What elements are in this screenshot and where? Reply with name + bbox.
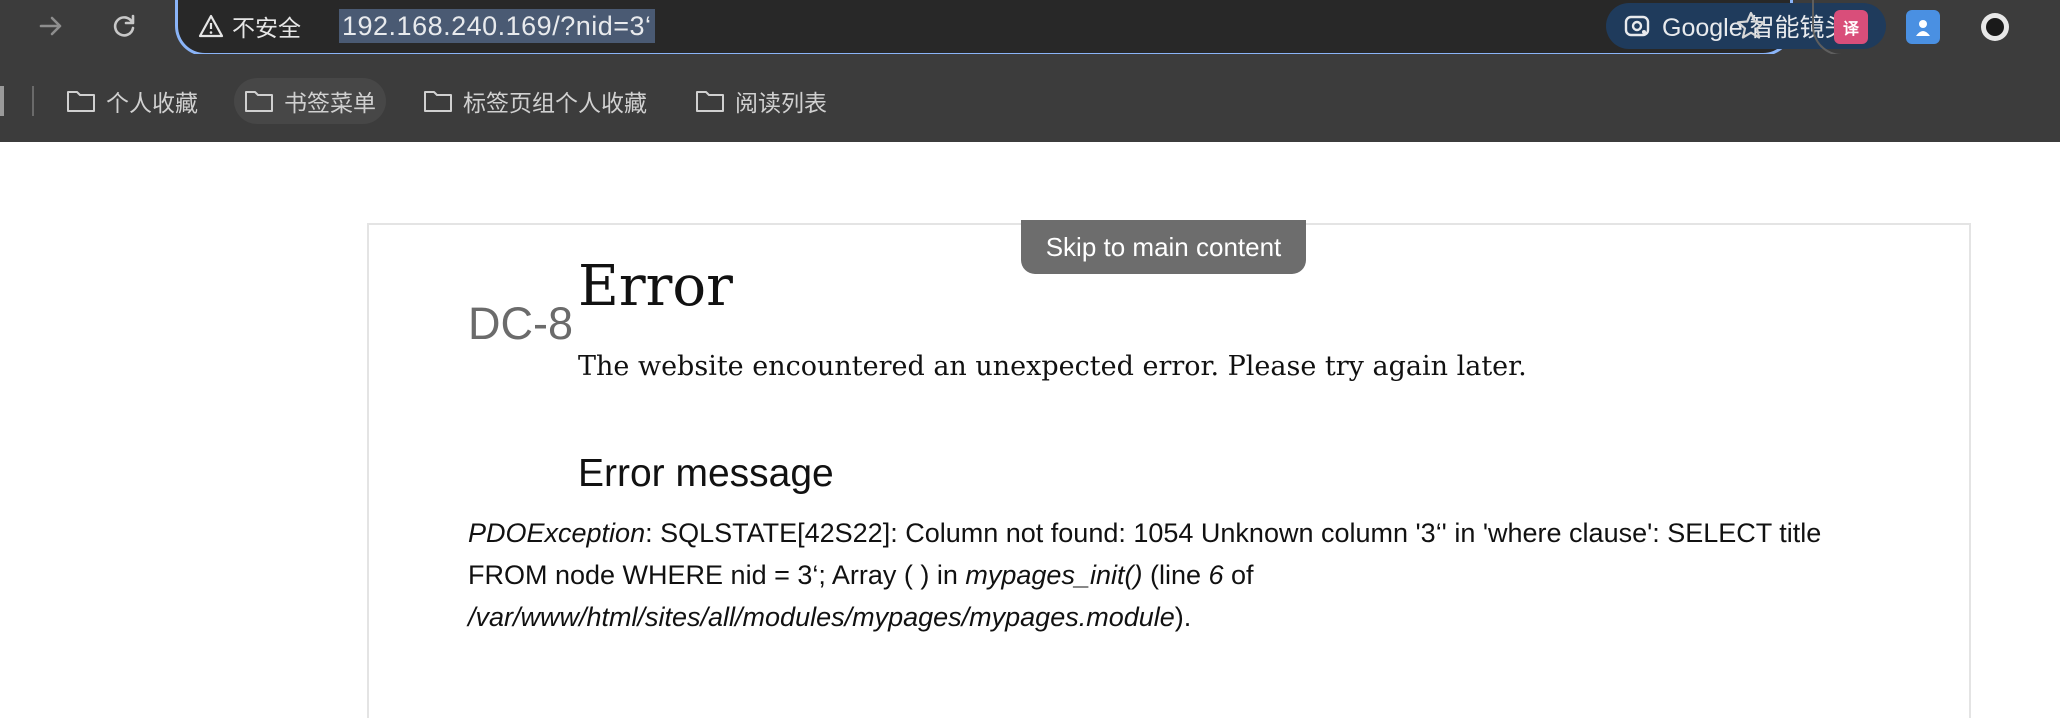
security-label: 不安全: [232, 15, 301, 41]
bookmark-folder-bookmarks-menu[interactable]: 书签菜单: [234, 78, 386, 124]
bookmark-star-icon: [1736, 11, 1766, 39]
error-function: mypages_init(): [965, 560, 1143, 590]
browser-toolbar: 不安全 192.168.240.169/?nid=3‘ Google 智能镜头 …: [0, 0, 2060, 56]
bookmark-label: 书签菜单: [284, 90, 376, 116]
bookmark-star-button[interactable]: [1729, 4, 1773, 48]
reload-button[interactable]: [104, 6, 144, 46]
reload-icon: [113, 14, 135, 37]
folder-icon: [245, 91, 273, 112]
assistant-extension-icon[interactable]: [1906, 10, 1940, 44]
google-lens-icon: [1624, 15, 1650, 37]
line-prefix: (line: [1142, 560, 1209, 590]
error-file-path: /var/www/html/sites/all/modules/mypages/…: [468, 602, 1175, 632]
site-name[interactable]: DC-8: [468, 298, 573, 350]
skip-to-main-content-link[interactable]: Skip to main content: [1021, 220, 1306, 274]
extensions-area: 译: [1812, 0, 2060, 56]
error-line-number: 6: [1208, 560, 1224, 590]
bookmark-label: 标签页组个人收藏: [463, 90, 647, 116]
forward-arrow-icon: [39, 16, 62, 36]
url-text[interactable]: 192.168.240.169/?nid=3‘: [339, 9, 655, 43]
security-indicator[interactable]: 不安全: [198, 8, 301, 44]
bookmark-folder-reading-list[interactable]: 阅读列表: [695, 78, 827, 124]
page-title: Error: [578, 254, 733, 319]
error-description: The website encountered an unexpected er…: [578, 351, 1527, 382]
bookmark-folder-favorites[interactable]: 个人收藏: [66, 78, 198, 124]
forward-button[interactable]: [31, 6, 71, 46]
error-suffix: ).: [1174, 602, 1192, 632]
warning-triangle-icon: [198, 14, 224, 38]
error-message-heading: Error message: [578, 452, 834, 495]
folder-icon: [67, 91, 95, 112]
folder-icon: [424, 91, 452, 112]
address-bar[interactable]: 不安全 192.168.240.169/?nid=3‘ Google 智能镜头: [175, 0, 1886, 56]
circle-extension-icon[interactable]: [1978, 10, 2012, 44]
translate-extension-icon[interactable]: 译: [1834, 10, 1868, 44]
apps-shortcut-edge[interactable]: [0, 86, 4, 116]
folder-icon: [696, 91, 724, 112]
bookmarks-separator: [32, 86, 34, 116]
bookmark-label: 阅读列表: [735, 90, 827, 116]
error-message-body: PDOException: SQLSTATE[42S22]: Column no…: [468, 512, 1858, 638]
bookmark-folder-tab-groups[interactable]: 标签页组个人收藏: [423, 78, 647, 124]
exception-type: PDOException: [468, 518, 646, 548]
bookmark-label: 个人收藏: [106, 90, 198, 116]
of-text: of: [1223, 560, 1254, 590]
